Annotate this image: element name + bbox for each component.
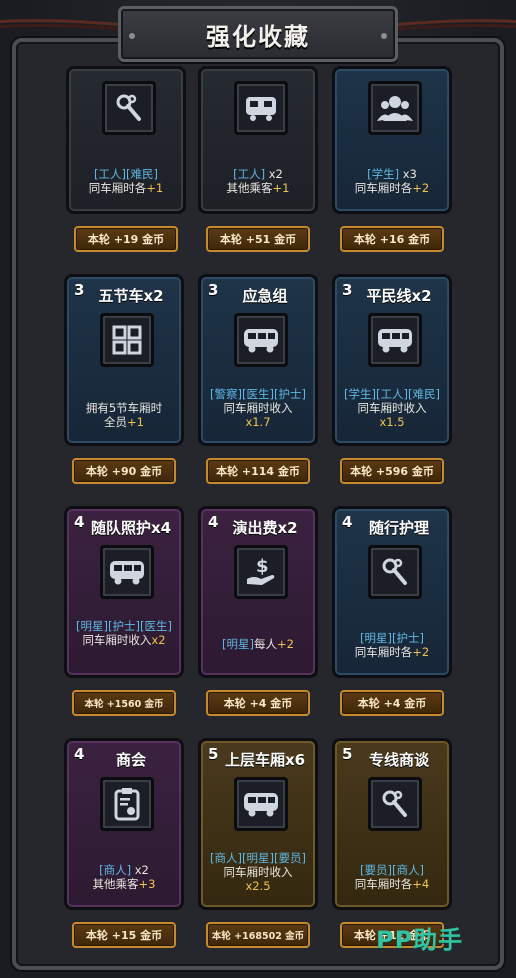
bus-icon: [368, 313, 422, 367]
card-name: 演出费x2: [232, 519, 298, 537]
card-description: [商人][明星][要员] 同车厢时收入 x2.5: [210, 851, 306, 893]
card-description: [工人] x2 其他乘客+1: [226, 167, 290, 195]
card-description: [商人] x2 其他乘客+3: [92, 863, 156, 891]
reward-label: 本轮 +15 金币: [72, 922, 176, 948]
carriage-link-icon: [234, 81, 288, 135]
card-name: 上层车厢x6: [224, 751, 306, 769]
reward-label: 本轮 +1560 金币: [72, 690, 176, 716]
card-description: [学生] x3 同车厢时各+2: [354, 167, 430, 195]
cable-decoration-right: [382, 19, 516, 32]
card-description: [工人][难民] 同车厢时各+1: [88, 167, 164, 195]
card-description: [警察][医生][护士] 同车厢时收入 x1.7: [210, 387, 306, 429]
synergy-card[interactable]: 4 商会 [商人] x2 其他乘客+3: [64, 738, 184, 910]
reward-label: 本轮 +90 金币: [72, 458, 176, 484]
group-icon: [368, 81, 422, 135]
badge-icon: [100, 777, 154, 831]
synergy-card[interactable]: 4 演出费x2 $ [明星]每人+2: [198, 506, 318, 678]
card-name: 应急组: [242, 287, 288, 305]
reward-label: 本轮 +4 金币: [340, 690, 444, 716]
reward-label: 本轮 +168502 金币: [206, 922, 310, 948]
synergy-card[interactable]: 4 随队照护x4 [明星][护士][医生] 同车厢时收入x2: [64, 506, 184, 678]
wrench-icon: [368, 777, 422, 831]
page-title: 强化收藏: [206, 22, 310, 51]
synergy-card[interactable]: 3 应急组 [警察][医生][护士] 同车厢时收入 x1.7: [198, 274, 318, 446]
card-name: 商会: [115, 751, 146, 769]
synergy-card[interactable]: 4 随行护理 [明星][护士] 同车厢时各+2: [332, 506, 452, 678]
card-description: [学生][工人][难民] 同车厢时收入 x1.5: [344, 387, 440, 429]
money-hand-icon: $: [234, 545, 288, 599]
svg-text:$: $: [256, 556, 269, 577]
card-name: 随行护理: [368, 519, 429, 537]
card-name: 专线商谈: [368, 751, 429, 769]
watermark: PP助手: [376, 926, 464, 954]
wrench-icon: [368, 545, 422, 599]
bus-icon: [100, 545, 154, 599]
synergy-card[interactable]: 5 上层车厢x6 [商人][明星][要员] 同车厢时收入 x2.5: [198, 738, 318, 910]
card-description: [明星][护士][医生] 同车厢时收入x2: [76, 619, 172, 647]
reward-label: 本轮 +114 金币: [206, 458, 310, 484]
grid-icon: [100, 313, 154, 367]
synergy-card[interactable]: 3 平民线x2 [学生][工人][难民] 同车厢时收入 x1.5: [332, 274, 452, 446]
synergy-card[interactable]: 5 专线商谈 [要员][商人] 同车厢时各+4: [332, 738, 452, 910]
card-name: 随队照护x4: [90, 519, 172, 537]
reward-label: 本轮 +596 金币: [340, 458, 444, 484]
reward-label: 本轮 +51 金币: [206, 226, 310, 252]
card-description: [明星][护士] 同车厢时各+2: [354, 631, 430, 659]
synergy-card[interactable]: [工人] x2 其他乘客+1: [198, 66, 318, 214]
bus-icon: [234, 313, 288, 367]
reward-label: 本轮 +4 金币: [206, 690, 310, 716]
bolt-icon: [129, 33, 135, 39]
synergy-card[interactable]: [学生] x3 同车厢时各+2: [332, 66, 452, 214]
reward-label: 本轮 +16 金币: [340, 226, 444, 252]
title-plate: 强化收藏: [118, 6, 398, 62]
bus-icon: [234, 777, 288, 831]
card-description: [要员][商人] 同车厢时各+4: [354, 863, 430, 891]
card-name: 五节车x2: [98, 287, 164, 305]
card-name: 平民线x2: [366, 287, 432, 305]
card-description: 拥有5节车厢时全员+1: [85, 401, 163, 429]
bolt-icon: [381, 33, 387, 39]
wrench-icon: [102, 81, 156, 135]
card-description: [明星]每人+2: [222, 637, 294, 651]
reward-label: 本轮 +19 金币: [74, 226, 178, 252]
cable-decoration-left: [0, 19, 134, 32]
synergy-card[interactable]: 3 五节车x2 拥有5节车厢时全员+1: [64, 274, 184, 446]
synergy-card[interactable]: [工人][难民] 同车厢时各+1: [66, 66, 186, 214]
